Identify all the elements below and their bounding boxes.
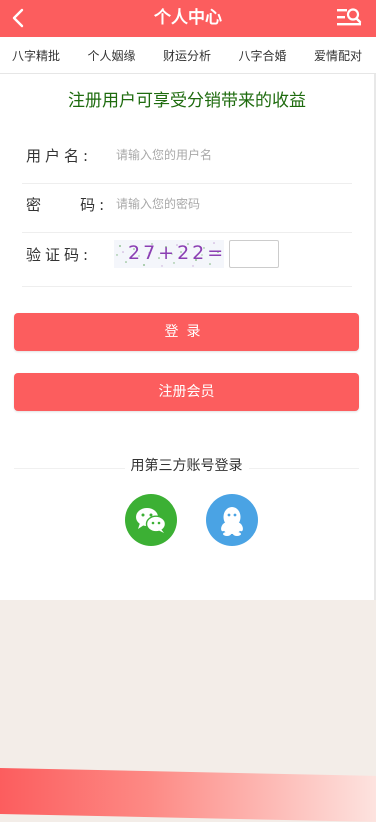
page-title: 个人中心 xyxy=(154,8,222,28)
qq-login-button[interactable] xyxy=(206,494,258,546)
password-input[interactable] xyxy=(114,190,348,218)
tab-geren-yinyuan[interactable]: 个人姻缘 xyxy=(81,47,141,64)
wechat-icon xyxy=(136,508,167,533)
tab-bazi-jingpi[interactable]: 八字精批 xyxy=(0,47,66,64)
tab-caiyun-fenxi[interactable]: 财运分析 xyxy=(157,47,217,64)
username-row: 用户名: xyxy=(22,133,352,184)
wechat-login-button[interactable] xyxy=(125,494,177,546)
qq-icon xyxy=(221,507,243,536)
third-party-login: 用第三方账号登录 xyxy=(14,455,359,479)
app-header: 个人中心 xyxy=(0,0,376,37)
password-row: 密 码: xyxy=(22,182,352,233)
password-label: 密 码: xyxy=(26,196,109,214)
menu-search-icon xyxy=(337,8,362,26)
captcha-text: 27+22= xyxy=(128,242,227,264)
username-input[interactable] xyxy=(114,141,348,169)
captcha-input[interactable] xyxy=(229,240,279,268)
login-button[interactable]: 登录 xyxy=(14,313,359,351)
tab-aiqing-peidui[interactable]: 爱情配对 xyxy=(308,47,376,64)
captcha-row: 验证码: 27+22= xyxy=(22,232,352,287)
captcha-label: 验证码: xyxy=(26,246,93,264)
username-label: 用户名: xyxy=(26,147,93,165)
third-party-title: 用第三方账号登录 xyxy=(124,458,249,474)
chevron-left-icon xyxy=(12,8,24,28)
captcha-image[interactable]: 27+22= xyxy=(114,240,224,268)
back-button[interactable] xyxy=(6,4,34,32)
promo-heading: 注册用户可享受分销带来的收益 xyxy=(68,91,306,111)
tab-bazi-hehun[interactable]: 八字合婚 xyxy=(232,47,292,64)
register-button[interactable]: 注册会员 xyxy=(14,373,359,411)
menu-search-button[interactable] xyxy=(336,6,362,30)
category-tabs: 八字精批 个人姻缘 财运分析 八字合婚 爱情配对 xyxy=(0,37,376,74)
